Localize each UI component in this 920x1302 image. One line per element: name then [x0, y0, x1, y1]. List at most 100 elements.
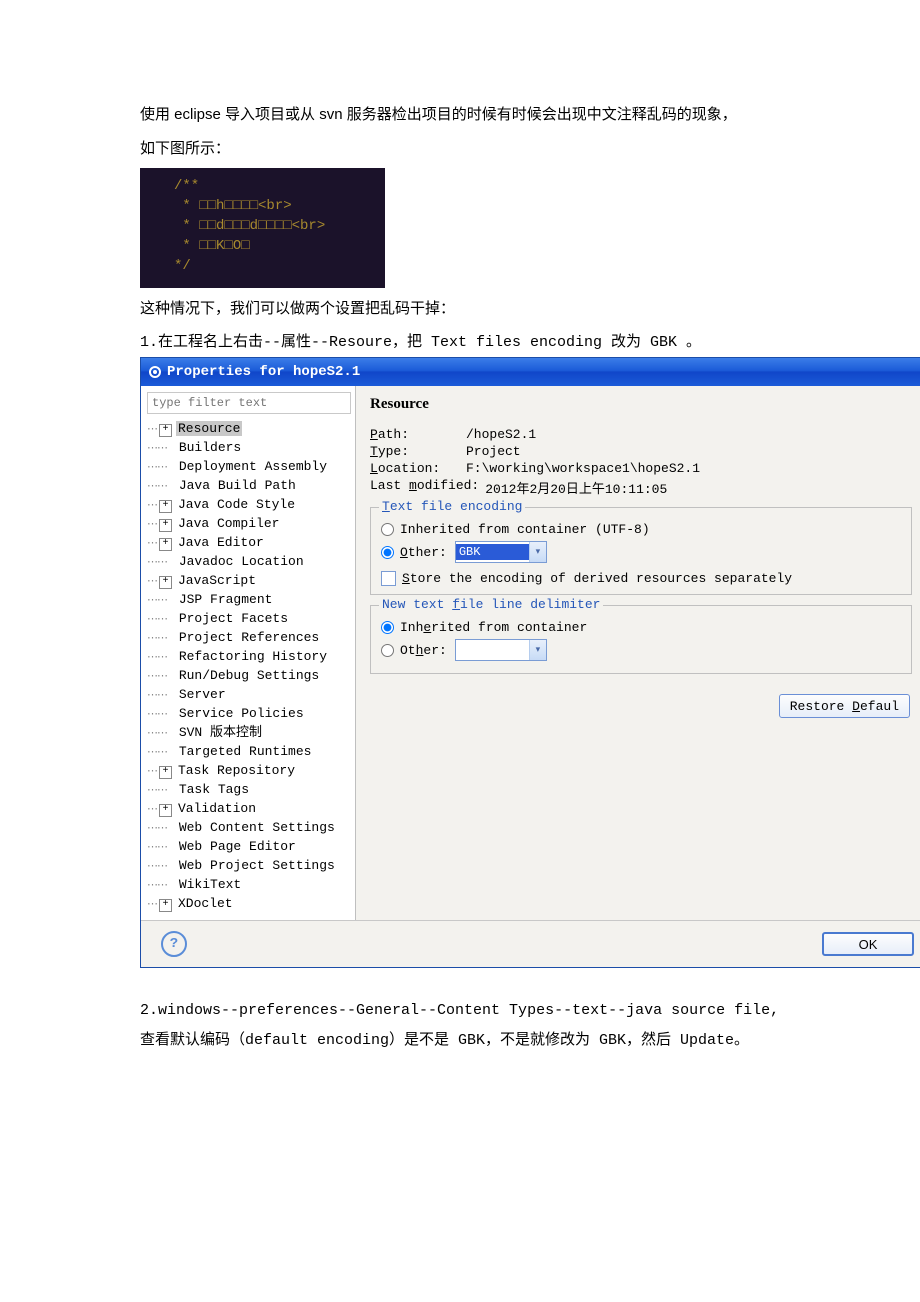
tree-item[interactable]: ⋯+Validation: [147, 800, 351, 819]
intro-line2: 如下图所示：: [140, 134, 780, 164]
chevron-down-icon[interactable]: ▾: [529, 542, 546, 562]
expand-icon[interactable]: +: [159, 519, 172, 532]
tree-item[interactable]: ⋯⋯ Builders: [147, 439, 351, 458]
tree-label: Targeted Runtimes: [177, 744, 314, 759]
encoding-legend: Text file encoding: [379, 499, 525, 514]
ok-button[interactable]: OK: [822, 932, 914, 956]
dialog-title: Properties for hopeS2.1: [167, 364, 360, 380]
gear-icon: [147, 364, 163, 380]
tree-item[interactable]: ⋯⋯ Javadoc Location: [147, 553, 351, 572]
code-line: */: [174, 256, 385, 276]
tree-item[interactable]: ⋯⋯ Web Project Settings: [147, 857, 351, 876]
radio-other[interactable]: [381, 546, 394, 559]
properties-dialog: Properties for hopeS2.1 ⋯+Resource⋯⋯ Bui…: [140, 357, 920, 968]
restore-defaults-button[interactable]: Restore Defaul: [779, 694, 910, 718]
delimiter-fieldset: New text file line delimiter Inherited f…: [370, 605, 912, 674]
tree-label: Run/Debug Settings: [177, 668, 321, 683]
location-label: Location:: [370, 461, 466, 476]
expand-icon[interactable]: +: [159, 899, 172, 912]
tree-item[interactable]: ⋯⋯ Deployment Assembly: [147, 458, 351, 477]
tree-pane: ⋯+Resource⋯⋯ Builders⋯⋯ Deployment Assem…: [141, 386, 356, 920]
tree-label: Builders: [177, 440, 243, 455]
tree-item[interactable]: ⋯⋯ Service Policies: [147, 705, 351, 724]
code-line: /**: [174, 176, 385, 196]
tree-item[interactable]: ⋯⋯ Run/Debug Settings: [147, 667, 351, 686]
tree-item[interactable]: ⋯⋯ Project References: [147, 629, 351, 648]
tree-label: Refactoring History: [177, 649, 329, 664]
location-value: F:\working\workspace1\hopeS2.1: [466, 461, 700, 476]
tree-label: Web Project Settings: [177, 858, 337, 873]
encoding-combo[interactable]: GBK ▾: [455, 541, 547, 563]
tree-item[interactable]: ⋯+Task Repository: [147, 762, 351, 781]
help-icon[interactable]: ?: [161, 931, 187, 957]
code-line: * □□K□O□: [174, 236, 385, 256]
tree-item[interactable]: ⋯+XDoclet: [147, 895, 351, 914]
step-1: 1.在工程名上右击--属性--Resoure，把 Text files enco…: [140, 330, 780, 351]
tree-item[interactable]: ⋯⋯ Java Build Path: [147, 477, 351, 496]
filter-input[interactable]: [147, 392, 351, 414]
tree-label: Project Facets: [177, 611, 290, 626]
expand-icon[interactable]: +: [159, 500, 172, 513]
tree-label: Java Editor: [176, 535, 266, 550]
type-label: Type:: [370, 444, 466, 459]
expand-icon[interactable]: +: [159, 424, 172, 437]
tree-item[interactable]: ⋯+Resource: [147, 420, 351, 439]
expand-icon[interactable]: +: [159, 576, 172, 589]
tree-label: Javadoc Location: [177, 554, 306, 569]
delimiter-value: [456, 649, 529, 651]
tree-label: Server: [177, 687, 228, 702]
tree-item[interactable]: ⋯⋯ WikiText: [147, 876, 351, 895]
tree-item[interactable]: ⋯⋯ Refactoring History: [147, 648, 351, 667]
tree-item[interactable]: ⋯⋯ Task Tags: [147, 781, 351, 800]
tree-item[interactable]: ⋯⋯ Targeted Runtimes: [147, 743, 351, 762]
tree-item[interactable]: ⋯+Java Editor: [147, 534, 351, 553]
tree-item[interactable]: ⋯⋯ Server: [147, 686, 351, 705]
delimiter-combo[interactable]: ▾: [455, 639, 547, 661]
radio-delim-inherited[interactable]: [381, 621, 394, 634]
content-pane: Resource Path:/hopeS2.1 Type:Project Loc…: [356, 386, 920, 920]
radio-inherited[interactable]: [381, 523, 394, 536]
tree-label: WikiText: [177, 877, 243, 892]
section-title: Resource: [370, 396, 912, 413]
modified-label: Last modified:: [370, 478, 479, 497]
nav-tree[interactable]: ⋯+Resource⋯⋯ Builders⋯⋯ Deployment Assem…: [147, 420, 351, 914]
tree-item[interactable]: ⋯+JavaScript: [147, 572, 351, 591]
expand-icon[interactable]: +: [159, 538, 172, 551]
store-label: Store the encoding of derived resources …: [402, 571, 792, 586]
step-2b: 查看默认编码（default encoding）是不是 GBK，不是就修改为 G…: [140, 1026, 780, 1056]
tree-label: XDoclet: [176, 896, 235, 911]
delim-inherited-label: Inherited from container: [400, 620, 587, 635]
tree-label: Project References: [177, 630, 321, 645]
expand-icon[interactable]: +: [159, 804, 172, 817]
path-label: Path:: [370, 427, 466, 442]
radio-delim-other[interactable]: [381, 644, 394, 657]
step-2a: 2.windows--preferences--General--Content…: [140, 996, 780, 1026]
store-checkbox[interactable]: [381, 571, 396, 586]
expand-icon[interactable]: +: [159, 766, 172, 779]
tree-label: Service Policies: [177, 706, 306, 721]
chevron-down-icon[interactable]: ▾: [529, 640, 546, 660]
tree-label: JSP Fragment: [177, 592, 275, 607]
tree-label: JavaScript: [176, 573, 258, 588]
tree-item[interactable]: ⋯⋯ SVN 版本控制: [147, 724, 351, 743]
encoding-fieldset: Text file encoding Inherited from contai…: [370, 507, 912, 595]
tree-item[interactable]: ⋯+Java Code Style: [147, 496, 351, 515]
tree-label: Java Code Style: [176, 497, 297, 512]
tree-label: Java Compiler: [176, 516, 281, 531]
tree-item[interactable]: ⋯⋯ JSP Fragment: [147, 591, 351, 610]
dialog-titlebar[interactable]: Properties for hopeS2.1: [141, 358, 920, 386]
code-line: * □□d□□□d□□□□<br>: [174, 216, 385, 236]
tree-item[interactable]: ⋯⋯ Project Facets: [147, 610, 351, 629]
tree-label: Java Build Path: [177, 478, 298, 493]
modified-value: 2012年2月20日上午10:11:05: [485, 478, 667, 497]
encoding-value: GBK: [456, 544, 529, 560]
tree-item[interactable]: ⋯⋯ Web Page Editor: [147, 838, 351, 857]
tree-item[interactable]: ⋯⋯ Web Content Settings: [147, 819, 351, 838]
tree-label: Web Content Settings: [177, 820, 337, 835]
tree-label: Validation: [176, 801, 258, 816]
delimiter-legend: New text file line delimiter: [379, 597, 603, 612]
tree-item[interactable]: ⋯+Java Compiler: [147, 515, 351, 534]
type-value: Project: [466, 444, 521, 459]
path-value: /hopeS2.1: [466, 427, 536, 442]
tree-label: Deployment Assembly: [177, 459, 329, 474]
